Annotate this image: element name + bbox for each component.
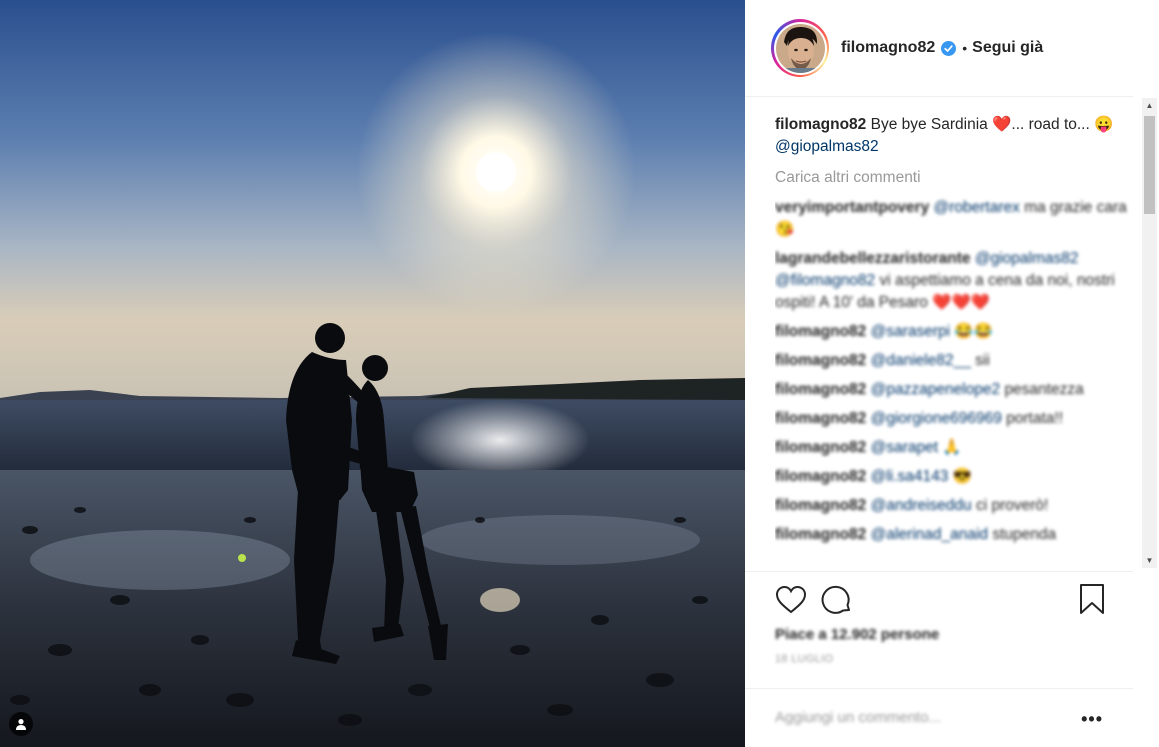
comment-username[interactable]: filomagno82 [775,497,866,514]
verified-badge-icon [941,40,957,56]
comment-text: 🙏 [942,439,962,456]
comment-username[interactable]: filomagno82 [775,468,866,485]
add-comment-bar: ••• [745,688,1133,746]
comment-username[interactable]: filomagno82 [775,439,866,456]
comment-mention[interactable]: @saraserpi [871,323,950,340]
comment-username[interactable]: filomagno82 [775,323,866,340]
comment-mention[interactable]: @daniele82__ [871,352,971,369]
post-side-panel: filomagno82 • Segui già filomagno82 Bye … [745,0,1159,747]
comment-item: filomagno82 @daniele82__ sii [775,350,1131,372]
user-tag-icon[interactable] [9,712,33,736]
comment-username[interactable]: filomagno82 [775,352,866,369]
header-separator: • [962,40,968,56]
caption-mention[interactable]: @giopalmas82 [775,138,879,155]
comment-mention[interactable]: @andreiseddu [871,497,972,514]
comment-mention[interactable]: @pazzapenelope2 [871,381,1001,398]
heart-icon[interactable] [775,585,807,615]
beach-sunset-image [0,0,745,747]
comment-item: veryimportantpovery @robertarex ma grazi… [775,197,1131,241]
comment-icon[interactable] [821,584,853,616]
scrollbar-thumb[interactable] [1144,116,1155,214]
following-button[interactable]: Segui già [972,39,1043,57]
comment-mention[interactable]: @giorgione696969 [871,410,1002,427]
comment-item: filomagno82 @alerinad_anaid stupenda [775,524,1131,546]
blurred-comments: veryimportantpovery @robertarex ma grazi… [775,197,1131,546]
comment-text: 😎 [952,468,973,485]
comment-text: portata!! [1006,410,1064,427]
post-caption: filomagno82 Bye bye Sardinia ❤️... road … [775,114,1131,158]
scroll-up-arrow-icon[interactable]: ▲ [1142,98,1157,113]
caption-username[interactable]: filomagno82 [775,116,866,133]
comment-text: pesantezza [1004,381,1084,398]
header-username[interactable]: filomagno82 [841,39,935,57]
post-header: filomagno82 • Segui già [745,0,1133,97]
comment-text: 😂😂 [954,323,994,340]
comment-input[interactable] [775,709,1075,726]
comment-mention[interactable]: @sarapet [871,439,938,456]
comment-username[interactable]: filomagno82 [775,410,866,427]
comments-scrollbar[interactable]: ▲ ▼ [1142,98,1157,568]
post-date: 18 LUGLIO [775,653,834,665]
post-photo[interactable] [0,0,745,747]
scroll-down-arrow-icon[interactable]: ▼ [1142,553,1157,568]
comment-item: filomagno82 @li.sa4143 😎 [775,466,1131,488]
avatar[interactable] [775,23,825,73]
comment-username[interactable]: filomagno82 [775,381,866,398]
comment-mention[interactable]: @robertarex [934,199,1020,216]
likes-count[interactable]: Piace a 12.902 persone [775,626,1133,643]
comment-mention[interactable]: @alerinad_anaid [871,526,988,543]
comment-item: filomagno82 @sarapet 🙏 [775,437,1131,459]
comment-username[interactable]: filomagno82 [775,526,866,543]
story-ring[interactable] [771,19,829,77]
comment-item: filomagno82 @pazzapenelope2 pesantezza [775,379,1131,401]
comment-item: filomagno82 @andreiseddu ci proverò! [775,495,1131,517]
comments-list[interactable]: filomagno82 Bye bye Sardinia ❤️... road … [775,114,1131,570]
comment-item: filomagno82 @giorgione696969 portata!! [775,408,1131,430]
more-options-icon[interactable]: ••• [1081,709,1103,730]
post-actions: Piace a 12.902 persone 18 LUGLIO [745,571,1133,665]
instagram-post: filomagno82 • Segui già filomagno82 Bye … [0,0,1159,747]
bookmark-icon[interactable] [1079,583,1105,620]
comment-text: sii [975,352,990,369]
comment-username[interactable]: lagrandebellezzaristorante [775,250,971,267]
comment-item: filomagno82 @saraserpi 😂😂 [775,321,1131,343]
comment-item: lagrandebellezzaristorante @giopalmas82 … [775,248,1131,314]
comment-text: ci proverò! [975,497,1049,514]
comment-text: stupenda [992,526,1057,543]
caption-text: Bye bye Sardinia ❤️... road to... 😛 [870,116,1114,133]
comment-username[interactable]: veryimportantpovery [775,199,929,216]
load-more-comments-button[interactable]: Carica altri commenti [775,167,1131,189]
comment-mention[interactable]: @li.sa4143 [871,468,949,485]
